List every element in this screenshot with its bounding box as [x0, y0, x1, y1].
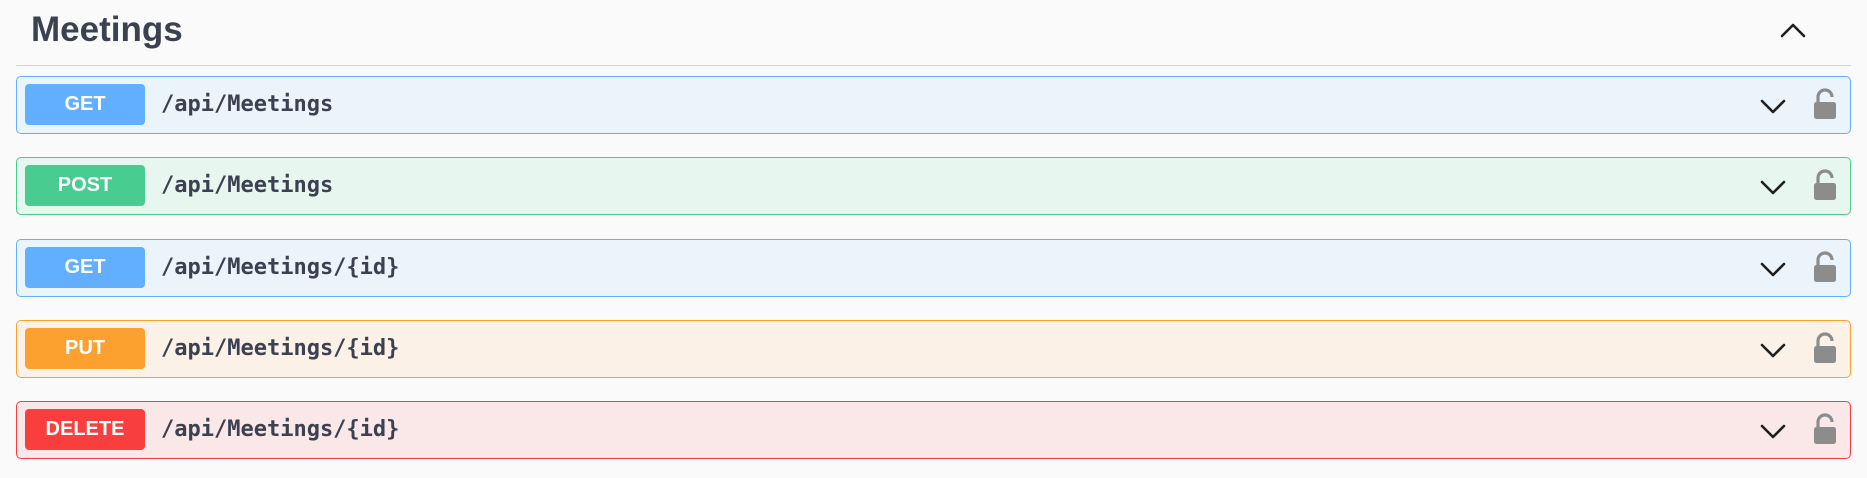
operation-path: /api/Meetings: [161, 173, 334, 198]
unlocked-lock-icon[interactable]: [1810, 168, 1840, 202]
operation-path: /api/Meetings/{id}: [161, 255, 400, 280]
operation-put-meeting[interactable]: PUT /api/Meetings/{id}: [16, 320, 1851, 378]
unlocked-lock-icon[interactable]: [1810, 331, 1840, 365]
chevron-up-icon[interactable]: [1775, 13, 1811, 49]
unlocked-lock-icon[interactable]: [1810, 412, 1840, 446]
operation-path: /api/Meetings/{id}: [161, 336, 400, 361]
meetings-section: Meetings GET /api/Meetings POST /api/Mee…: [0, 0, 1867, 478]
method-badge: PUT: [25, 328, 145, 369]
method-badge: GET: [25, 84, 145, 125]
unlocked-lock-icon[interactable]: [1810, 250, 1840, 284]
operation-post-meetings[interactable]: POST /api/Meetings: [16, 157, 1851, 215]
operation-get-meeting-by-id[interactable]: GET /api/Meetings/{id}: [16, 239, 1851, 297]
operation-path: /api/Meetings/{id}: [161, 417, 400, 442]
chevron-down-icon[interactable]: [1758, 335, 1788, 365]
method-badge: DELETE: [25, 409, 145, 450]
chevron-down-icon[interactable]: [1758, 91, 1788, 121]
section-header[interactable]: Meetings: [16, 0, 1851, 66]
chevron-down-icon[interactable]: [1758, 172, 1788, 202]
operation-delete-meeting[interactable]: DELETE /api/Meetings/{id}: [16, 401, 1851, 459]
section-title: Meetings: [31, 10, 183, 49]
operation-path: /api/Meetings: [161, 92, 334, 117]
chevron-down-icon[interactable]: [1758, 254, 1788, 284]
method-badge: POST: [25, 165, 145, 206]
chevron-down-icon[interactable]: [1758, 416, 1788, 446]
operation-get-meetings[interactable]: GET /api/Meetings: [16, 76, 1851, 134]
unlocked-lock-icon[interactable]: [1810, 87, 1840, 121]
method-badge: GET: [25, 247, 145, 288]
